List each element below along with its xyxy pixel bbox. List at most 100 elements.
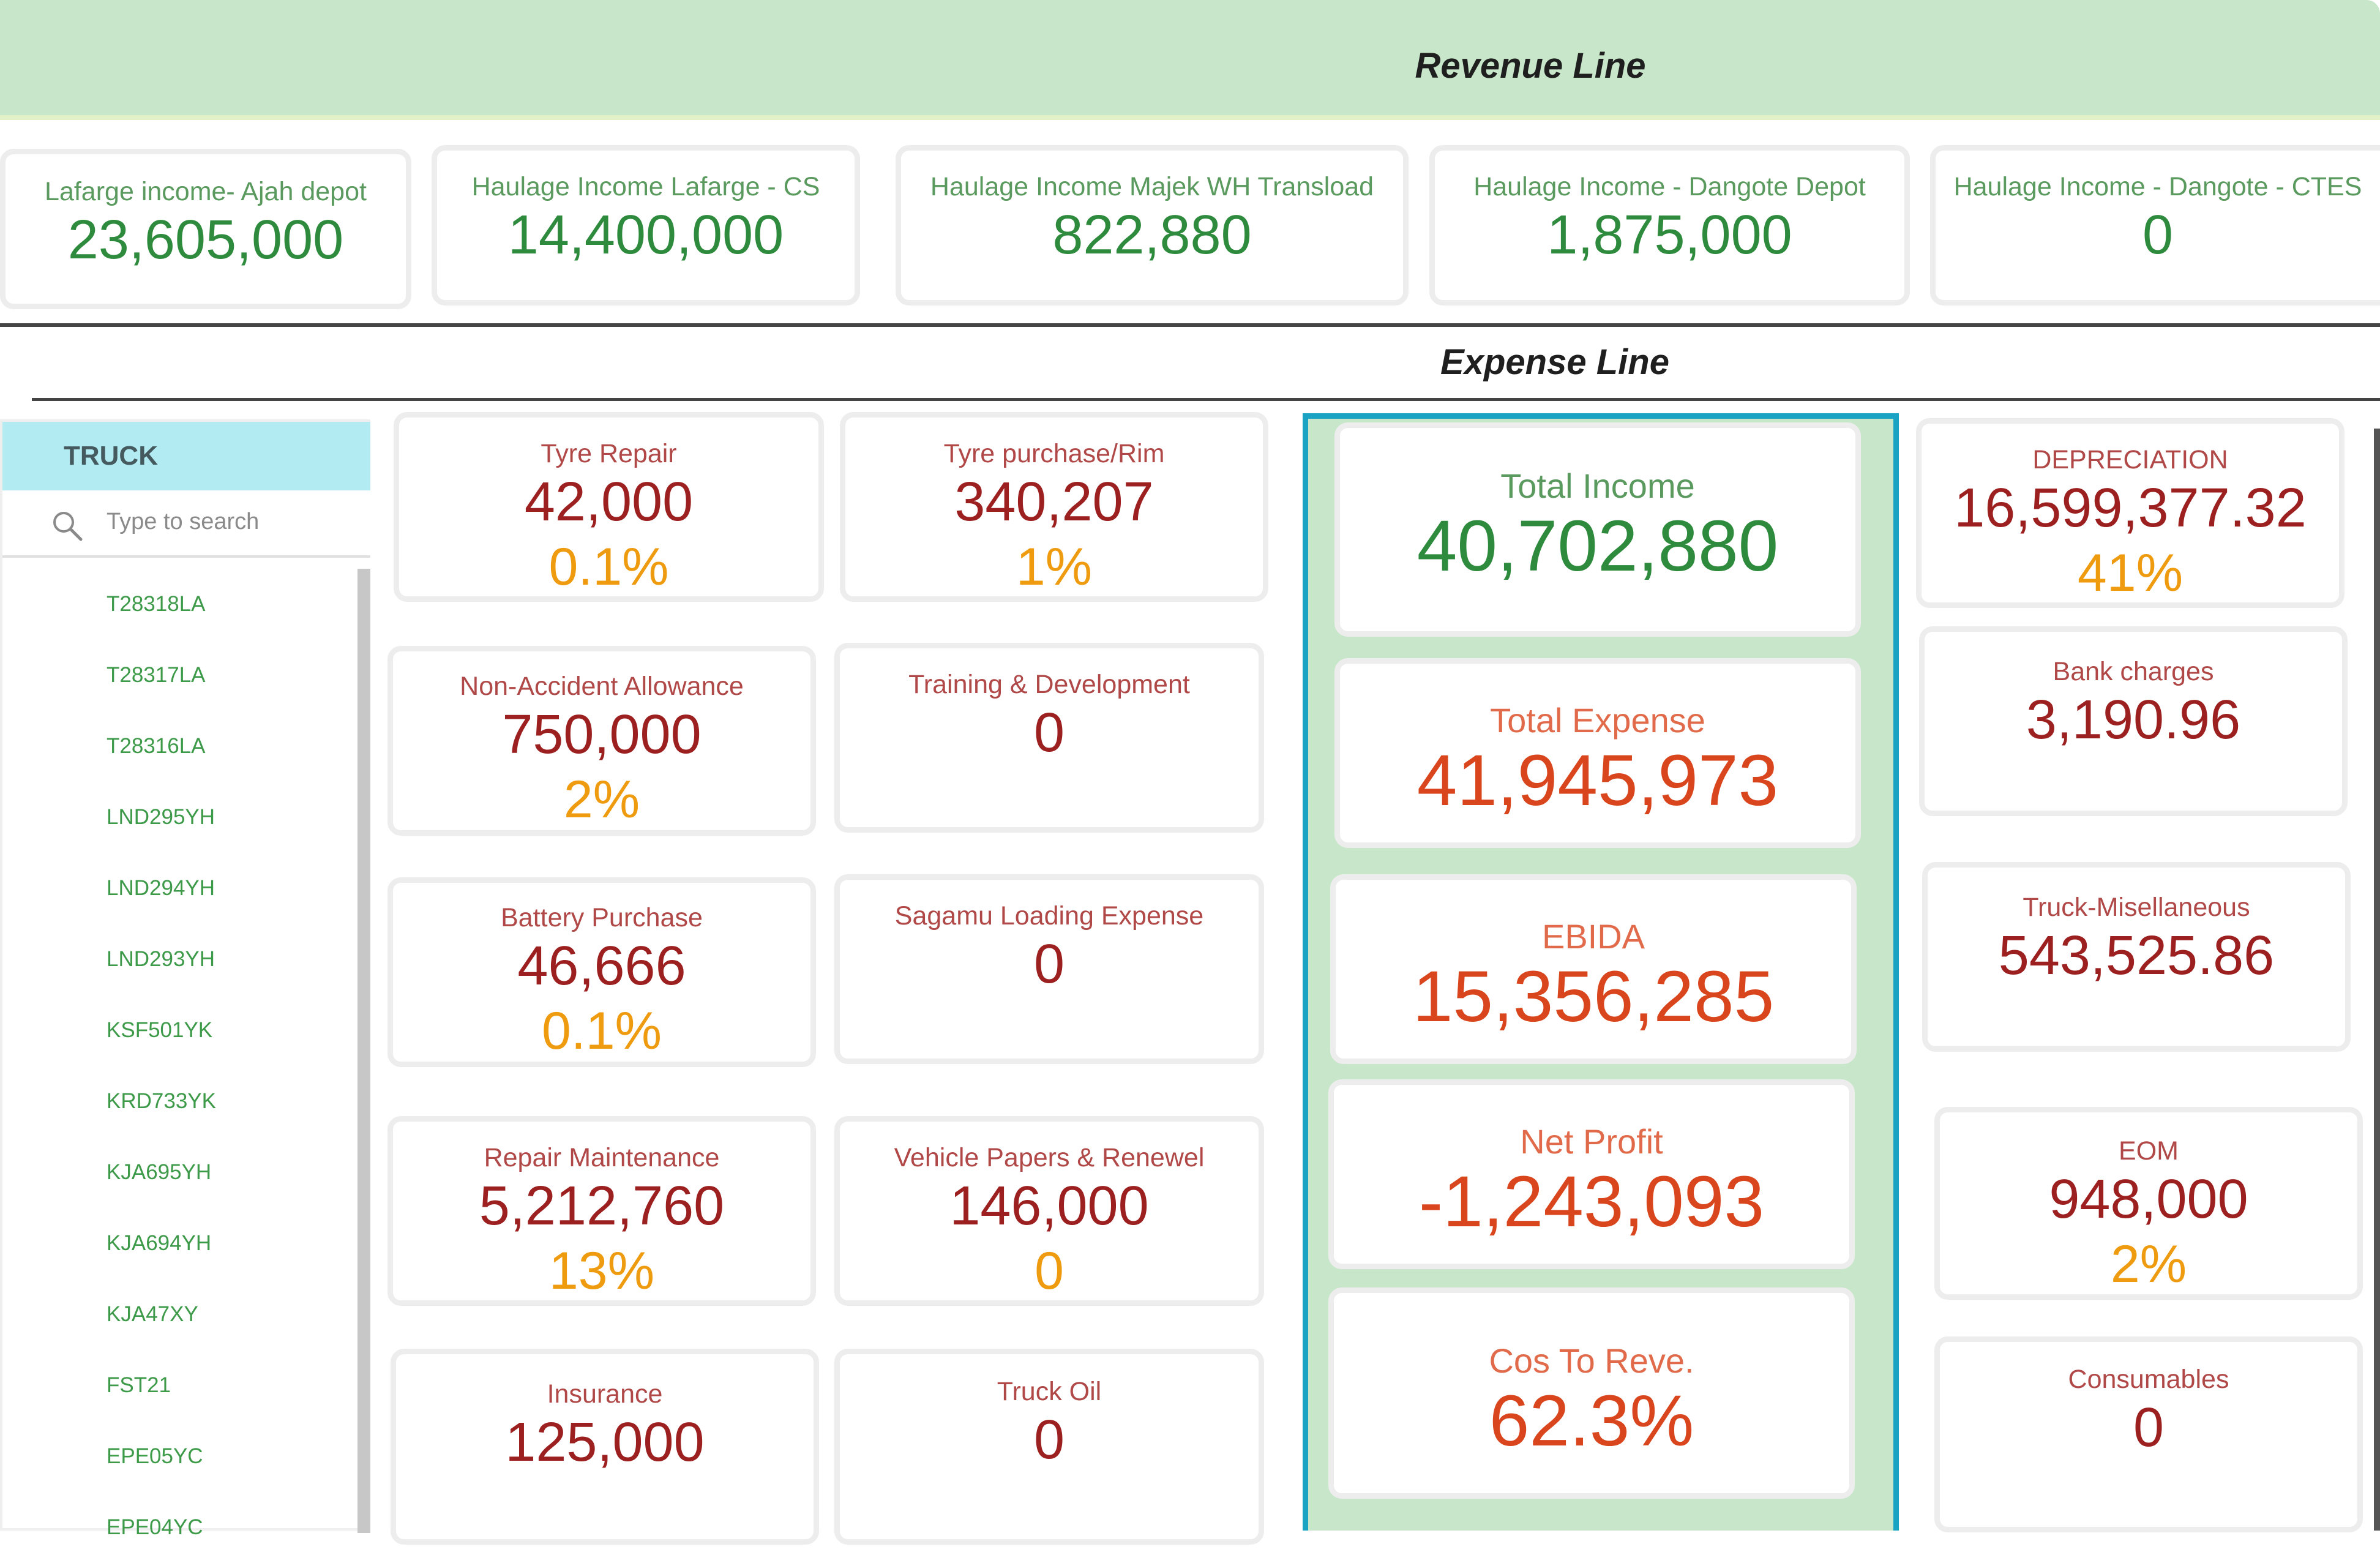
expense-card[interactable]: Sagamu Loading Expense 0 — [834, 874, 1264, 1064]
card-value: 0 — [1033, 702, 1065, 764]
card-label: Tyre purchase/Rim — [943, 439, 1165, 468]
card-value: 125,000 — [505, 1412, 705, 1474]
card-label: Truck-Misellaneous — [2023, 893, 2250, 922]
card-percent: 2% — [2110, 1235, 2187, 1294]
expense-card[interactable]: EOM 948,000 2% — [1934, 1107, 2363, 1300]
kpi-label: Total Expense — [1490, 701, 1705, 740]
list-item[interactable]: T28318LA — [2, 569, 357, 640]
card-percent: 1% — [1016, 538, 1093, 597]
card-label: Battery Purchase — [501, 903, 703, 932]
truck-slicer: TRUCK Type to search T28318LA T28317LA T… — [0, 419, 370, 1539]
card-value: 46,666 — [517, 935, 686, 997]
expense-card[interactable]: Truck-Misellaneous 543,525.86 — [1922, 862, 2351, 1052]
expense-divider — [32, 398, 2380, 401]
kpi-card-total-income[interactable]: Total Income 40,702,880 — [1334, 422, 1861, 637]
expense-card[interactable]: Insurance 125,000 — [391, 1349, 819, 1545]
truck-list: T28318LA T28317LA T28316LA LND295YH LND2… — [2, 569, 357, 1563]
revenue-card[interactable]: Haulage Income - Dangote - CTES 0 — [1930, 145, 2380, 305]
revenue-title: Revenue Line — [1415, 46, 1646, 86]
list-item[interactable]: FST21 — [2, 1350, 357, 1421]
revenue-card[interactable]: Haulage Income Lafarge - CS 14,400,000 — [432, 145, 860, 305]
kpi-card-ebida[interactable]: EBIDA 15,356,285 — [1330, 874, 1857, 1064]
card-percent: 0.1% — [541, 1002, 662, 1061]
card-label: EOM — [2119, 1136, 2179, 1166]
card-value: 543,525.86 — [1998, 925, 2275, 987]
slicer-search-box[interactable]: Type to search — [2, 490, 370, 558]
revenue-banner: Revenue Line — [0, 0, 2380, 120]
card-value: 0 — [2133, 1397, 2165, 1459]
card-label: Tyre Repair — [541, 439, 677, 468]
expense-card[interactable]: Bank charges 3,190.96 — [1919, 626, 2348, 816]
card-percent: 2% — [563, 770, 640, 830]
card-value: 340,207 — [954, 471, 1154, 533]
list-item[interactable]: KJA695YH — [2, 1137, 357, 1208]
kpi-value: -1,243,093 — [1418, 1161, 1765, 1242]
card-value: 16,599,377.32 — [1954, 478, 2307, 539]
kpi-value: 62.3% — [1489, 1380, 1694, 1461]
card-value: 3,190.96 — [2026, 689, 2241, 751]
card-value: 0 — [2142, 204, 2174, 266]
card-label: DEPRECIATION — [2032, 445, 2228, 474]
card-value: 42,000 — [524, 471, 694, 533]
revenue-card[interactable]: Haulage Income Majek WH Transload 822,88… — [896, 145, 1409, 305]
card-value: 0 — [1033, 934, 1065, 995]
list-item[interactable]: KJA47XY — [2, 1279, 357, 1350]
card-label: Sagamu Loading Expense — [894, 901, 1204, 931]
expense-card[interactable]: Repair Maintenance 5,212,760 13% — [387, 1116, 816, 1306]
slicer-scrollbar[interactable] — [357, 569, 370, 1533]
card-value: 14,400,000 — [507, 204, 784, 266]
card-label: Bank charges — [2053, 657, 2214, 686]
kpi-value: 15,356,285 — [1412, 956, 1775, 1037]
card-label: Haulage Income - Dangote Depot — [1473, 172, 1866, 201]
search-icon — [53, 512, 83, 541]
card-value: 146,000 — [949, 1175, 1149, 1237]
expense-card[interactable]: Training & Development 0 — [834, 643, 1264, 833]
card-label: Consumables — [2068, 1365, 2229, 1394]
list-item[interactable]: LND293YH — [2, 924, 357, 995]
expense-card[interactable]: Truck Oil 0 — [834, 1349, 1264, 1545]
card-value: 5,212,760 — [479, 1175, 725, 1237]
list-item[interactable]: KRD733YK — [2, 1066, 357, 1137]
list-item[interactable]: LND295YH — [2, 782, 357, 853]
expense-card[interactable]: Vehicle Papers & Renewel 146,000 0 — [834, 1116, 1264, 1306]
list-item[interactable]: KSF501YK — [2, 995, 357, 1066]
card-percent: 0 — [1035, 1242, 1064, 1301]
card-value: 1,875,000 — [1547, 204, 1792, 266]
expense-card[interactable]: DEPRECIATION 16,599,377.32 41% — [1916, 418, 2344, 608]
kpi-value: 41,945,973 — [1416, 740, 1779, 821]
card-value: 822,880 — [1052, 204, 1252, 266]
card-label: Vehicle Papers & Renewel — [894, 1143, 1205, 1172]
expense-card[interactable]: Non-Accident Allowance 750,000 2% — [387, 646, 816, 836]
expense-card[interactable]: Consumables 0 — [1934, 1336, 2363, 1532]
kpi-label: Cos To Reve. — [1489, 1341, 1694, 1380]
kpi-card-cos-to-reve[interactable]: Cos To Reve. 62.3% — [1328, 1288, 1855, 1499]
revenue-card[interactable]: Lafarge income- Ajah depot 23,605,000 — [0, 149, 411, 309]
kpi-card-net-profit[interactable]: Net Profit -1,243,093 — [1328, 1079, 1855, 1269]
list-item[interactable]: T28316LA — [2, 711, 357, 782]
card-label: Insurance — [547, 1379, 663, 1409]
card-percent: 13% — [548, 1242, 655, 1301]
kpi-card-total-expense[interactable]: Total Expense 41,945,973 — [1334, 658, 1861, 848]
kpi-label: Total Income — [1500, 467, 1695, 505]
card-percent: 0.1% — [548, 538, 669, 597]
card-label: Repair Maintenance — [484, 1143, 720, 1172]
revenue-card[interactable]: Haulage Income - Dangote Depot 1,875,000 — [1429, 145, 1910, 305]
card-label: Haulage Income Majek WH Transload — [930, 172, 1374, 201]
card-label: Truck Oil — [997, 1377, 1102, 1406]
list-item[interactable]: EPE04YC — [2, 1492, 357, 1563]
list-item[interactable]: EPE05YC — [2, 1421, 357, 1492]
list-item[interactable]: LND294YH — [2, 853, 357, 924]
page-scrollbar[interactable] — [2374, 429, 2380, 1531]
card-value: 948,000 — [2049, 1169, 2248, 1231]
card-value: 23,605,000 — [67, 209, 344, 271]
card-label: Haulage Income Lafarge - CS — [471, 172, 820, 201]
card-label: Haulage Income - Dangote - CTES — [1953, 172, 2362, 201]
expense-card[interactable]: Tyre purchase/Rim 340,207 1% — [840, 412, 1268, 602]
expense-card[interactable]: Tyre Repair 42,000 0.1% — [394, 412, 824, 602]
search-input[interactable]: Type to search — [107, 509, 259, 535]
list-item[interactable]: KJA694YH — [2, 1208, 357, 1279]
list-item[interactable]: T28317LA — [2, 640, 357, 711]
kpi-value: 40,702,880 — [1416, 505, 1779, 587]
kpi-label: EBIDA — [1541, 917, 1645, 956]
expense-card[interactable]: Battery Purchase 46,666 0.1% — [387, 877, 816, 1067]
